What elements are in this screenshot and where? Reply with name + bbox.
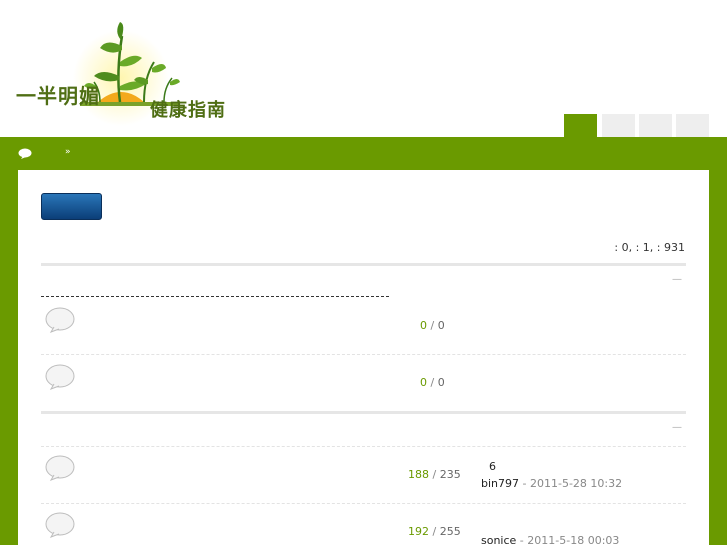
topic-count: 0	[420, 319, 427, 332]
logo-text-secondary: 健康指南	[150, 100, 226, 121]
forum-bubble-icon[interactable]	[45, 455, 75, 481]
chat-bubble-icon[interactable]	[18, 148, 32, 159]
forum-counts: 0 / 0	[420, 376, 445, 389]
row-divider	[41, 446, 686, 447]
forum-counts: 188 / 235	[408, 468, 461, 481]
section-divider	[41, 296, 389, 297]
forum-bubble-icon[interactable]	[45, 307, 75, 333]
tab-active[interactable]	[564, 114, 597, 137]
topic-count: 192	[408, 525, 429, 538]
site-logo[interactable]: 一半明媚 健康指南	[16, 18, 246, 128]
topic-count: 0	[420, 376, 427, 389]
forum-bubble-icon[interactable]	[45, 364, 75, 390]
forum-bubble-icon[interactable]	[45, 512, 75, 538]
last-post-info: bin797 - 2011-5-28 10:32	[481, 477, 622, 490]
collapse-toggle[interactable]: —	[672, 422, 682, 433]
tab-4[interactable]	[676, 114, 709, 137]
post-count: 0	[437, 376, 445, 389]
section-header	[41, 263, 686, 266]
last-post-title[interactable]: 6	[489, 460, 496, 473]
new-post-button[interactable]	[41, 193, 102, 220]
site-header: 一半明媚 健康指南	[0, 0, 727, 137]
post-count: 0	[437, 319, 445, 332]
last-post-time: - 2011-5-18 00:03	[516, 534, 620, 547]
row-divider	[41, 354, 686, 355]
logo-text-primary: 一半明媚	[16, 84, 100, 108]
forum-counts: 0 / 0	[420, 319, 445, 332]
last-post-user[interactable]: bin797	[481, 477, 519, 490]
post-count: 255	[439, 525, 461, 538]
collapse-toggle[interactable]: —	[672, 274, 682, 285]
section-header	[41, 411, 686, 414]
breadcrumb-bar: »	[0, 137, 727, 170]
breadcrumb-separator: »	[65, 147, 71, 157]
last-post-info: sonice - 2011-5-18 00:03	[481, 534, 619, 547]
tab-3[interactable]	[639, 114, 672, 137]
row-divider	[41, 503, 686, 504]
last-post-user[interactable]: sonice	[481, 534, 516, 547]
post-count: 235	[439, 468, 461, 481]
forum-stats: : 0, : 1, : 931	[614, 241, 685, 254]
tab-2[interactable]	[602, 114, 635, 137]
topic-count: 188	[408, 468, 429, 481]
forum-main: : 0, : 1, : 931 — 0 / 0 0 / 0 — 188 / 23…	[18, 170, 709, 547]
last-post-time: - 2011-5-28 10:32	[519, 477, 623, 490]
forum-counts: 192 / 255	[408, 525, 461, 538]
